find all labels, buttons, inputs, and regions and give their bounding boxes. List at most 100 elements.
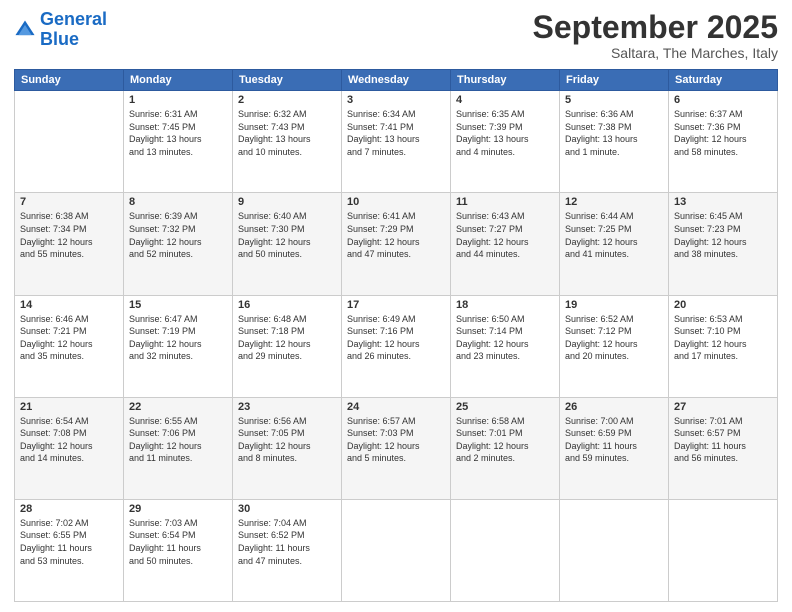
day-info: Sunrise: 6:55 AM Sunset: 7:06 PM Dayligh… <box>129 415 227 465</box>
calendar-cell: 19 Sunrise: 6:52 AM Sunset: 7:12 PM Dayli… <box>560 295 669 397</box>
calendar-cell: 5 Sunrise: 6:36 AM Sunset: 7:38 PM Daylig… <box>560 91 669 193</box>
logo-general: General <box>40 9 107 29</box>
title-block: September 2025 Saltara, The Marches, Ita… <box>533 10 778 61</box>
calendar-cell <box>560 499 669 601</box>
day-number: 27 <box>674 401 772 413</box>
day-number: 19 <box>565 299 663 311</box>
calendar-cell: 12 Sunrise: 6:44 AM Sunset: 7:25 PM Dayli… <box>560 193 669 295</box>
calendar-cell <box>342 499 451 601</box>
day-info: Sunrise: 6:57 AM Sunset: 7:03 PM Dayligh… <box>347 415 445 465</box>
calendar-cell <box>15 91 124 193</box>
day-info: Sunrise: 6:44 AM Sunset: 7:25 PM Dayligh… <box>565 210 663 260</box>
day-number: 1 <box>129 94 227 106</box>
day-info: Sunrise: 6:37 AM Sunset: 7:36 PM Dayligh… <box>674 108 772 158</box>
calendar-cell: 24 Sunrise: 6:57 AM Sunset: 7:03 PM Dayli… <box>342 397 451 499</box>
weekday-header: Saturday <box>669 70 778 91</box>
month-title: September 2025 <box>533 10 778 45</box>
calendar-cell: 13 Sunrise: 6:45 AM Sunset: 7:23 PM Dayli… <box>669 193 778 295</box>
day-info: Sunrise: 6:39 AM Sunset: 7:32 PM Dayligh… <box>129 210 227 260</box>
day-info: Sunrise: 6:49 AM Sunset: 7:16 PM Dayligh… <box>347 313 445 363</box>
day-info: Sunrise: 6:40 AM Sunset: 7:30 PM Dayligh… <box>238 210 336 260</box>
day-number: 20 <box>674 299 772 311</box>
day-number: 22 <box>129 401 227 413</box>
calendar-cell: 26 Sunrise: 7:00 AM Sunset: 6:59 PM Dayli… <box>560 397 669 499</box>
weekday-header: Sunday <box>15 70 124 91</box>
day-info: Sunrise: 7:03 AM Sunset: 6:54 PM Dayligh… <box>129 517 227 567</box>
day-number: 14 <box>20 299 118 311</box>
calendar-cell: 20 Sunrise: 6:53 AM Sunset: 7:10 PM Dayli… <box>669 295 778 397</box>
day-info: Sunrise: 7:00 AM Sunset: 6:59 PM Dayligh… <box>565 415 663 465</box>
day-info: Sunrise: 6:34 AM Sunset: 7:41 PM Dayligh… <box>347 108 445 158</box>
calendar-cell <box>451 499 560 601</box>
location: Saltara, The Marches, Italy <box>533 45 778 61</box>
calendar-week-row: 1Sunrise: 6:31 AM Sunset: 7:45 PM Daylig… <box>15 91 778 193</box>
day-number: 24 <box>347 401 445 413</box>
day-number: 17 <box>347 299 445 311</box>
day-number: 13 <box>674 196 772 208</box>
day-number: 30 <box>238 503 336 515</box>
weekday-header: Monday <box>124 70 233 91</box>
weekday-header: Wednesday <box>342 70 451 91</box>
calendar-cell: 21 Sunrise: 6:54 AM Sunset: 7:08 PM Dayli… <box>15 397 124 499</box>
day-info: Sunrise: 6:50 AM Sunset: 7:14 PM Dayligh… <box>456 313 554 363</box>
header: General Blue September 2025 Saltara, The… <box>14 10 778 61</box>
day-info: Sunrise: 6:48 AM Sunset: 7:18 PM Dayligh… <box>238 313 336 363</box>
day-number: 3 <box>347 94 445 106</box>
calendar-cell: 11Sunrise: 6:43 AM Sunset: 7:27 PM Dayli… <box>451 193 560 295</box>
day-info: Sunrise: 6:32 AM Sunset: 7:43 PM Dayligh… <box>238 108 336 158</box>
calendar-cell: 1Sunrise: 6:31 AM Sunset: 7:45 PM Daylig… <box>124 91 233 193</box>
day-number: 16 <box>238 299 336 311</box>
calendar-cell: 28 Sunrise: 7:02 AM Sunset: 6:55 PM Dayli… <box>15 499 124 601</box>
day-number: 5 <box>565 94 663 106</box>
day-number: 28 <box>20 503 118 515</box>
day-info: Sunrise: 6:58 AM Sunset: 7:01 PM Dayligh… <box>456 415 554 465</box>
logo-icon <box>14 19 36 41</box>
day-number: 10 <box>347 196 445 208</box>
calendar-table: SundayMondayTuesdayWednesdayThursdayFrid… <box>14 69 778 602</box>
weekday-header: Friday <box>560 70 669 91</box>
day-number: 21 <box>20 401 118 413</box>
day-info: Sunrise: 6:56 AM Sunset: 7:05 PM Dayligh… <box>238 415 336 465</box>
weekday-header: Thursday <box>451 70 560 91</box>
day-info: Sunrise: 6:38 AM Sunset: 7:34 PM Dayligh… <box>20 210 118 260</box>
calendar-cell: 8Sunrise: 6:39 AM Sunset: 7:32 PM Daylig… <box>124 193 233 295</box>
day-info: Sunrise: 7:04 AM Sunset: 6:52 PM Dayligh… <box>238 517 336 567</box>
page: General Blue September 2025 Saltara, The… <box>0 0 792 612</box>
calendar-cell: 2 Sunrise: 6:32 AM Sunset: 7:43 PM Daylig… <box>233 91 342 193</box>
calendar-cell: 30 Sunrise: 7:04 AM Sunset: 6:52 PM Dayli… <box>233 499 342 601</box>
day-info: Sunrise: 6:53 AM Sunset: 7:10 PM Dayligh… <box>674 313 772 363</box>
day-info: Sunrise: 6:54 AM Sunset: 7:08 PM Dayligh… <box>20 415 118 465</box>
calendar-cell: 15 Sunrise: 6:47 AM Sunset: 7:19 PM Dayli… <box>124 295 233 397</box>
logo-blue: Blue <box>40 29 79 49</box>
calendar-cell: 6Sunrise: 6:37 AM Sunset: 7:36 PM Daylig… <box>669 91 778 193</box>
day-info: Sunrise: 7:01 AM Sunset: 6:57 PM Dayligh… <box>674 415 772 465</box>
day-number: 15 <box>129 299 227 311</box>
calendar-week-row: 7 Sunrise: 6:38 AM Sunset: 7:34 PM Daylig… <box>15 193 778 295</box>
logo-text: General Blue <box>40 10 107 50</box>
day-info: Sunrise: 6:52 AM Sunset: 7:12 PM Dayligh… <box>565 313 663 363</box>
calendar-cell: 10Sunrise: 6:41 AM Sunset: 7:29 PM Dayli… <box>342 193 451 295</box>
calendar-cell: 27 Sunrise: 7:01 AM Sunset: 6:57 PM Dayli… <box>669 397 778 499</box>
day-info: Sunrise: 6:35 AM Sunset: 7:39 PM Dayligh… <box>456 108 554 158</box>
calendar-cell: 3 Sunrise: 6:34 AM Sunset: 7:41 PM Daylig… <box>342 91 451 193</box>
day-number: 18 <box>456 299 554 311</box>
day-info: Sunrise: 6:45 AM Sunset: 7:23 PM Dayligh… <box>674 210 772 260</box>
calendar-cell: 17 Sunrise: 6:49 AM Sunset: 7:16 PM Dayli… <box>342 295 451 397</box>
day-info: Sunrise: 7:02 AM Sunset: 6:55 PM Dayligh… <box>20 517 118 567</box>
day-info: Sunrise: 6:43 AM Sunset: 7:27 PM Dayligh… <box>456 210 554 260</box>
calendar-cell: 18 Sunrise: 6:50 AM Sunset: 7:14 PM Dayli… <box>451 295 560 397</box>
calendar-cell: 14Sunrise: 6:46 AM Sunset: 7:21 PM Dayli… <box>15 295 124 397</box>
day-number: 12 <box>565 196 663 208</box>
day-number: 26 <box>565 401 663 413</box>
calendar-cell: 4 Sunrise: 6:35 AM Sunset: 7:39 PM Daylig… <box>451 91 560 193</box>
calendar-header-row: SundayMondayTuesdayWednesdayThursdayFrid… <box>15 70 778 91</box>
day-number: 4 <box>456 94 554 106</box>
calendar-cell: 23Sunrise: 6:56 AM Sunset: 7:05 PM Dayli… <box>233 397 342 499</box>
calendar-cell: 29Sunrise: 7:03 AM Sunset: 6:54 PM Dayli… <box>124 499 233 601</box>
day-info: Sunrise: 6:36 AM Sunset: 7:38 PM Dayligh… <box>565 108 663 158</box>
day-number: 2 <box>238 94 336 106</box>
calendar-week-row: 28 Sunrise: 7:02 AM Sunset: 6:55 PM Dayli… <box>15 499 778 601</box>
day-info: Sunrise: 6:47 AM Sunset: 7:19 PM Dayligh… <box>129 313 227 363</box>
day-number: 7 <box>20 196 118 208</box>
calendar-week-row: 14Sunrise: 6:46 AM Sunset: 7:21 PM Dayli… <box>15 295 778 397</box>
